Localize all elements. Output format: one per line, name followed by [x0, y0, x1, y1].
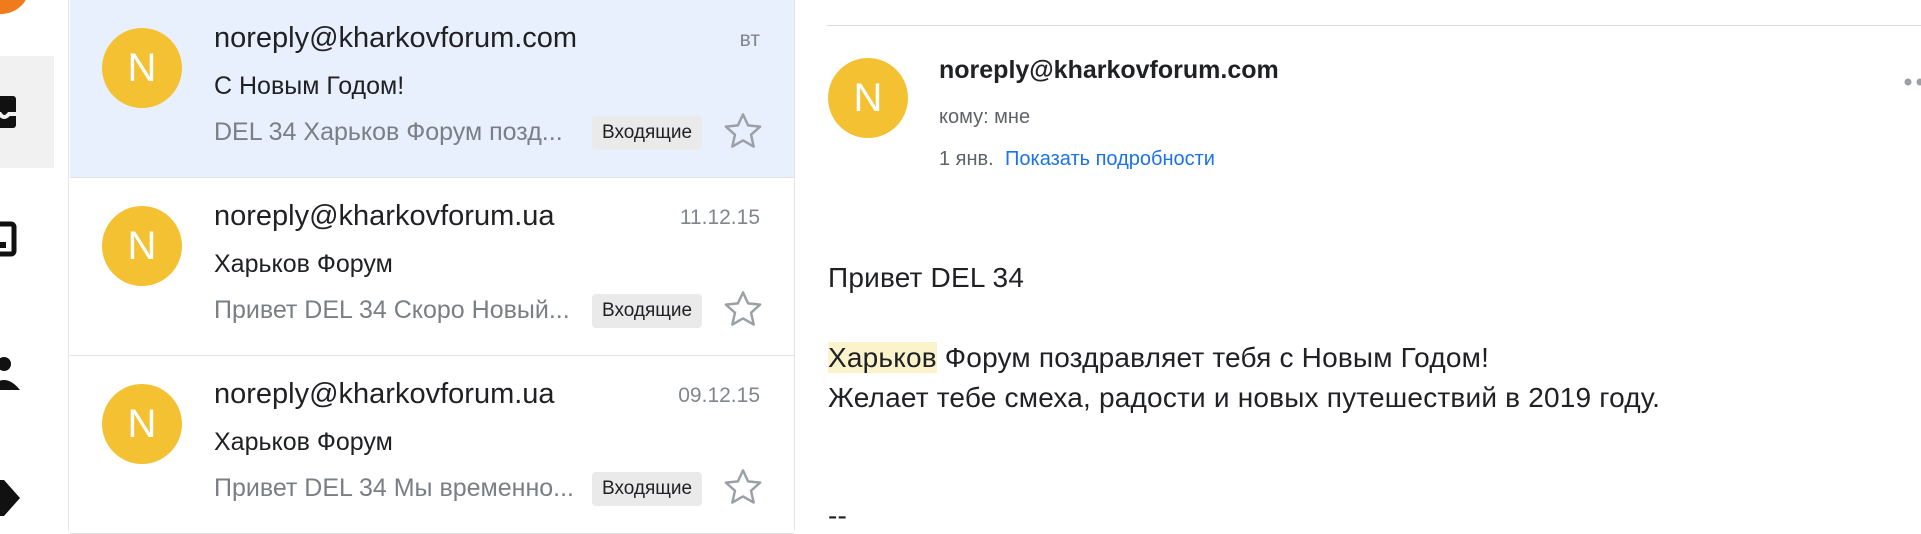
- message-list: N noreply@kharkovforum.com вт С Новым Го…: [70, 0, 794, 530]
- label-icon[interactable]: [0, 478, 22, 518]
- sender-avatar: N: [102, 384, 182, 464]
- sender-avatar: N: [102, 28, 182, 108]
- star-icon[interactable]: [722, 466, 764, 508]
- inbox-label-badge[interactable]: Входящие: [592, 294, 702, 328]
- message-date: 11.12.15: [680, 206, 760, 230]
- people-icon[interactable]: [0, 354, 22, 394]
- sender-avatar: N: [102, 206, 182, 286]
- inbox-label-badge[interactable]: Входящие: [592, 472, 702, 506]
- message-sender: noreply@kharkovforum.ua: [214, 200, 555, 233]
- message-date: 09.12.15: [678, 384, 760, 408]
- body-greeting: Привет DEL 34: [828, 262, 1024, 294]
- reader-recipient: кому: мне: [939, 106, 1030, 129]
- message-row[interactable]: N noreply@kharkovforum.ua 09.12.15 Харьк…: [70, 356, 794, 534]
- signature-separator: --: [828, 500, 847, 532]
- message-date: вт: [740, 28, 760, 52]
- reader-date: 1 янв.: [939, 148, 994, 171]
- message-sender: noreply@kharkovforum.ua: [214, 378, 555, 411]
- account-avatar[interactable]: [0, 0, 30, 14]
- message-snippet: Привет DEL 34 Мы временно...: [214, 474, 574, 503]
- message-snippet: Привет DEL 34 Скоро Новый...: [214, 296, 574, 325]
- body-line-2: Желает тебе смеха, радости и новых путеш…: [828, 382, 1660, 414]
- star-icon[interactable]: [722, 110, 764, 152]
- chat-icon[interactable]: [0, 220, 22, 260]
- header-divider: [827, 25, 1921, 26]
- sender-avatar: N: [828, 58, 908, 138]
- message-subject: С Новым Годом!: [214, 72, 404, 101]
- search-highlight: Харьков: [828, 342, 937, 373]
- rail-divider: [68, 0, 69, 530]
- inbox-label-badge[interactable]: Входящие: [592, 116, 702, 150]
- reader-sender: noreply@kharkovforum.com: [939, 56, 1279, 85]
- message-sender: noreply@kharkovforum.com: [214, 22, 577, 55]
- message-row[interactable]: N noreply@kharkovforum.ua 11.12.15 Харьк…: [70, 178, 794, 356]
- body-line-1-text: Форум поздравляет тебя с Новым Годом!: [937, 342, 1489, 373]
- message-snippet: DEL 34 Харьков Форум позд...: [214, 118, 574, 147]
- message-subject: Харьков Форум: [214, 250, 393, 279]
- star-icon[interactable]: [722, 288, 764, 330]
- inbox-icon: [0, 92, 22, 132]
- show-details-link[interactable]: Показать подробности: [1005, 148, 1215, 171]
- message-subject: Харьков Форум: [214, 428, 393, 457]
- reading-pane: N noreply@kharkovforum.com кому: мне 1 я…: [795, 0, 1921, 530]
- nav-item-inbox[interactable]: [0, 56, 54, 168]
- body-line-1: Харьков Форум поздравляет тебя с Новым Г…: [828, 342, 1489, 374]
- nav-rail: [0, 0, 70, 530]
- message-row[interactable]: N noreply@kharkovforum.com вт С Новым Го…: [70, 0, 794, 178]
- more-icon[interactable]: [1902, 72, 1921, 92]
